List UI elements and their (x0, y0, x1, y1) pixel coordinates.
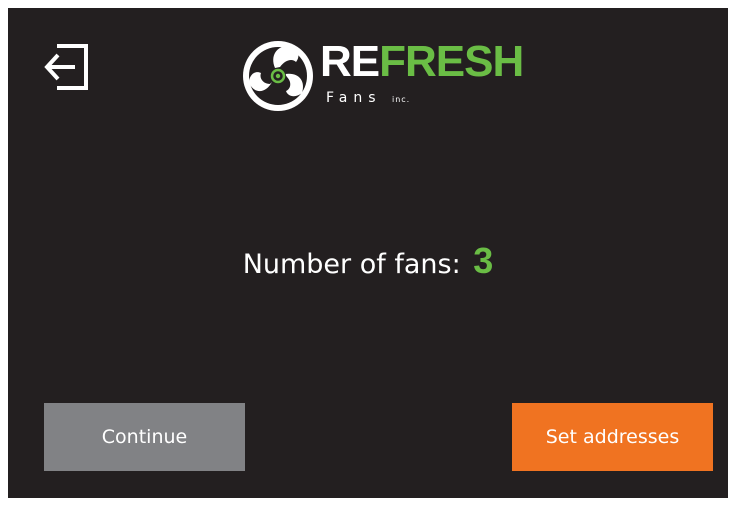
brand-suffix: inc. (391, 95, 411, 104)
fan-logo-icon (243, 41, 313, 111)
exit-button[interactable] (42, 38, 92, 94)
brand-subtitle-text: Fans (326, 90, 382, 106)
continue-button[interactable]: Continue (44, 403, 245, 471)
brand-part-re: RE (320, 37, 380, 86)
set-addresses-button[interactable]: Set addresses (512, 403, 713, 471)
fan-count-label: Number of fans: (242, 249, 461, 280)
continue-button-label: Continue (101, 426, 188, 448)
exit-icon (44, 44, 88, 90)
set-addresses-button-label: Set addresses (545, 426, 680, 448)
brand-subtitle: Fans inc. (326, 90, 410, 106)
brand-part-fresh: FRESH (379, 37, 524, 86)
brand-wordmark: REFRESH (320, 37, 524, 86)
main-screen: REFRESH Fans inc. Number of fans: 3 Cont… (8, 8, 728, 498)
brand-logo: REFRESH Fans inc. (240, 36, 530, 116)
fan-count-value: 3 (473, 240, 494, 281)
fan-count: Number of fans: 3 (8, 240, 728, 282)
